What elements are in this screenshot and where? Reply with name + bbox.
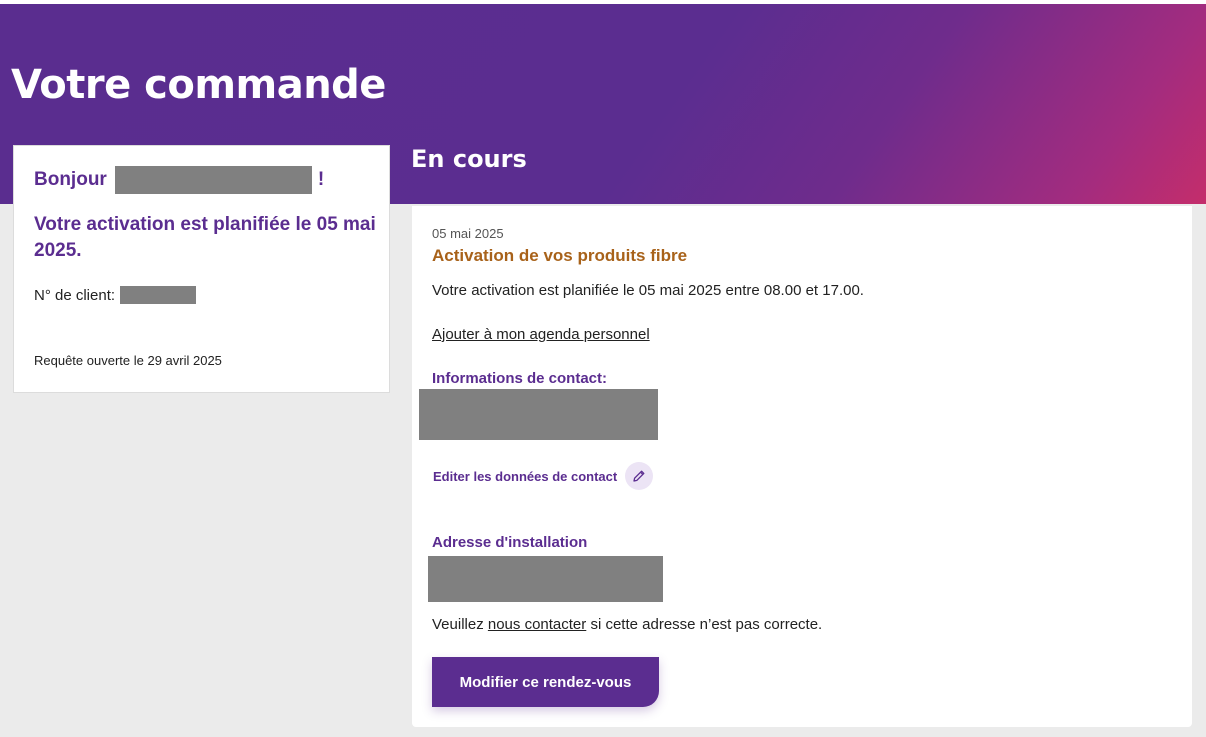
redacted-customer-name [114, 166, 312, 194]
greeting: Bonjour ! [34, 166, 324, 194]
page-title: Votre commande [11, 62, 386, 108]
pencil-icon[interactable] [625, 462, 654, 490]
address-note: Veuillez nous contacter si cette adresse… [432, 616, 822, 633]
summary-card: Bonjour ! Votre activation est planifiée… [13, 145, 390, 393]
order-title: Activation de vos produits fibre [432, 246, 688, 265]
activation-summary-heading: Votre activation est planifiée le 05 mai… [34, 214, 376, 261]
edit-contact-label[interactable]: Editer les données de contact [433, 469, 617, 484]
contact-info-heading: Informations de contact: [432, 370, 608, 387]
greeting-suffix: ! [317, 169, 325, 190]
greeting-text: Bonjour [34, 169, 107, 190]
redacted-contact-info [419, 389, 658, 440]
modify-appointment-button[interactable]: Modifier ce rendez-vous [432, 657, 659, 707]
order-details-card: 05 mai 2025 Activation de vos produits f… [412, 206, 1192, 727]
client-number-label: N° de client: [34, 286, 116, 304]
address-note-after: si cette adresse n’est pas correcte. [586, 616, 823, 633]
address-note-before: Veuillez [432, 616, 488, 633]
edit-contact-button[interactable]: Editer les données de contact [433, 462, 654, 490]
contact-us-link[interactable]: nous contacter [488, 616, 586, 633]
status-section-title: En cours [411, 145, 527, 173]
activation-details: Votre activation est planifiée le 05 mai… [432, 282, 864, 299]
add-to-calendar-link[interactable]: Ajouter à mon agenda personnel [432, 326, 650, 343]
redacted-installation-address [428, 556, 663, 602]
installation-address-heading: Adresse d'installation [432, 534, 588, 551]
order-date: 05 mai 2025 [432, 226, 504, 241]
request-opened-date: Requête ouverte le 29 avril 2025 [34, 353, 222, 368]
client-number-row: N° de client: [34, 286, 197, 304]
redacted-client-number [120, 286, 197, 304]
